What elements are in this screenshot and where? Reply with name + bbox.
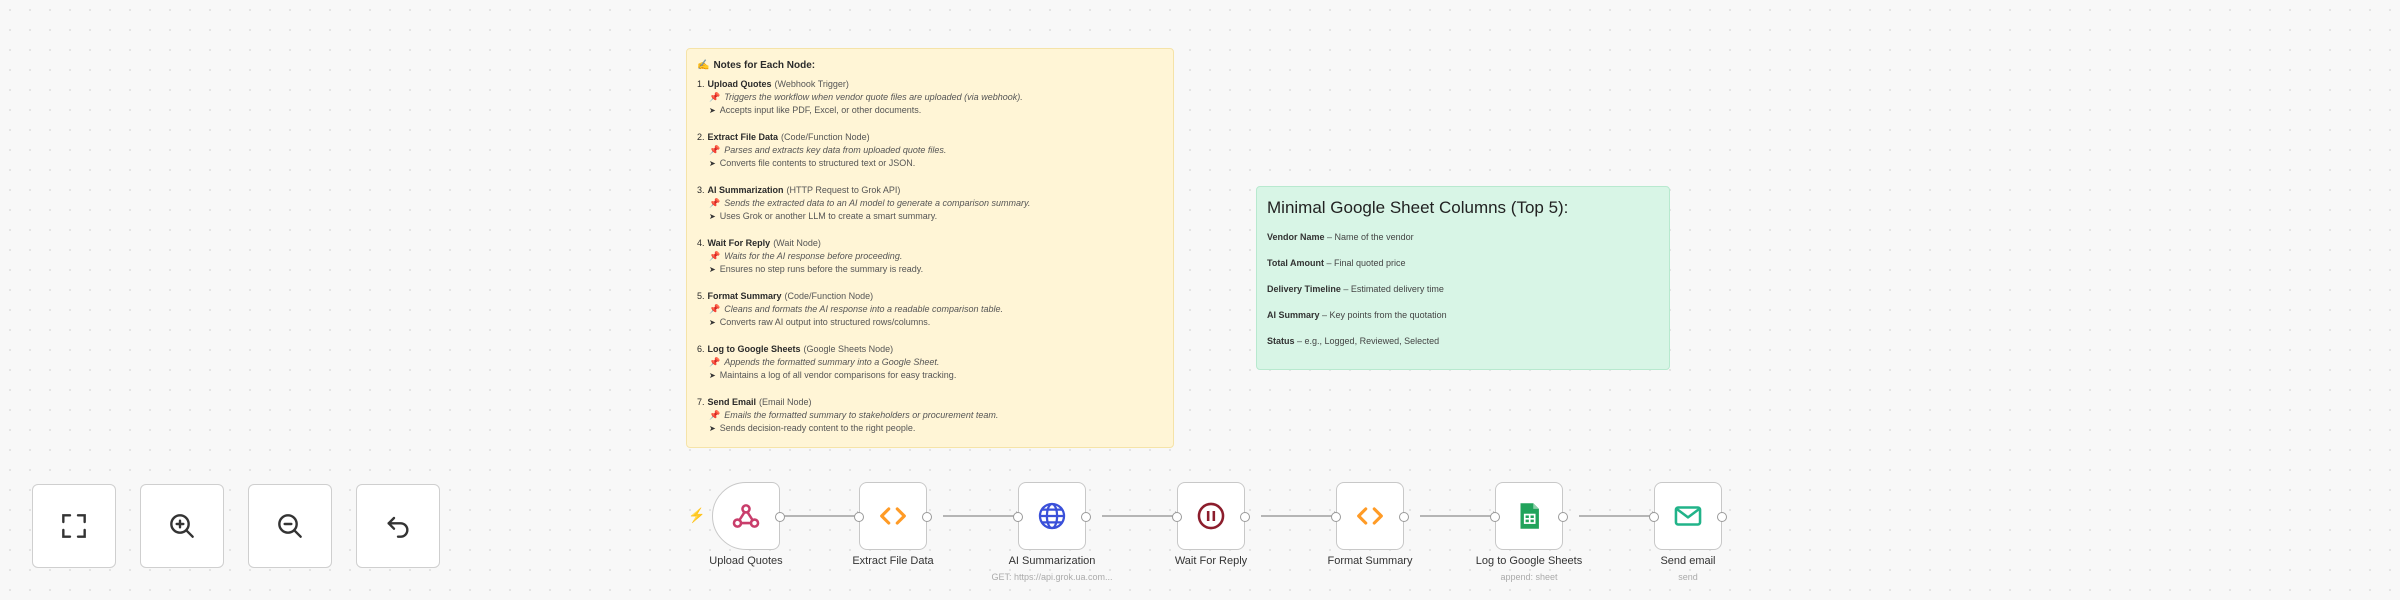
note-step: 6. Log to Google Sheets (Google Sheets Nod…: [697, 344, 957, 380]
pin-icon: 📌: [709, 251, 721, 261]
node-label: Extract File Data: [852, 555, 934, 567]
connection-line[interactable]: [1420, 515, 1500, 517]
node-extract-file-data[interactable]: [854, 482, 932, 550]
note-step: 2. Extract File Data (Code/Function Node) …: [697, 132, 947, 168]
column-row: Total Amount – Final quoted price: [1267, 258, 1406, 268]
note-step: 4. Wait For Reply (Wait Node) 📌 Waits for t…: [697, 238, 924, 274]
connection-line[interactable]: [1261, 515, 1341, 517]
output-port[interactable]: [1558, 512, 1568, 522]
webhook-icon: [732, 504, 760, 528]
output-port[interactable]: [775, 512, 785, 522]
arrow-icon: ➤: [709, 159, 716, 168]
globe-icon: [1038, 502, 1066, 530]
node-sublabel: append: sheet: [1500, 572, 1558, 582]
pin-icon: 📌: [709, 198, 721, 208]
node-send-email[interactable]: [1649, 482, 1727, 550]
pin-icon: 📌: [709, 357, 721, 367]
output-port[interactable]: [1399, 512, 1409, 522]
memo-icon: ✍: [697, 60, 710, 71]
connection-line[interactable]: [943, 515, 1023, 517]
note-step: 1. Upload Quotes (Webhook Trigger) 📌 Trigge…: [697, 79, 1023, 115]
pin-icon: 📌: [709, 145, 721, 155]
zoom-in-button[interactable]: [140, 484, 224, 568]
arrow-icon: ➤: [709, 371, 716, 380]
node-ai-summarization[interactable]: [1013, 482, 1091, 550]
input-port[interactable]: [854, 512, 864, 522]
arrow-icon: ➤: [709, 212, 716, 221]
node-label: Send email: [1660, 555, 1716, 567]
connection-line[interactable]: [1579, 515, 1659, 517]
input-port[interactable]: [1013, 512, 1023, 522]
undo-button[interactable]: [356, 484, 440, 568]
node-label: Format Summary: [1327, 555, 1413, 567]
input-port[interactable]: [1490, 512, 1500, 522]
connection-line[interactable]: [1102, 515, 1182, 517]
lightning-icon: ⚡: [688, 507, 706, 523]
arrow-icon: ➤: [709, 106, 716, 115]
pin-icon: 📌: [709, 410, 721, 420]
zoom-in-icon: [170, 514, 194, 538]
columns-sticky-note[interactable]: Minimal Google Sheet Columns (Top 5): Ve…: [1256, 186, 1670, 370]
pin-icon: 📌: [709, 92, 721, 102]
fit-view-icon: [62, 514, 86, 538]
notes-steps-list: 1. Upload Quotes (Webhook Trigger) 📌 Trigge…: [697, 78, 1161, 435]
node-label: Log to Google Sheets: [1475, 555, 1583, 567]
arrow-icon: ➤: [709, 318, 716, 327]
column-row: Status – e.g., Logged, Reviewed, Selecte…: [1267, 336, 1440, 346]
output-port[interactable]: [1717, 512, 1727, 522]
columns-title: Minimal Google Sheet Columns (Top 5):: [1267, 198, 1569, 217]
node-label: Upload Quotes: [709, 555, 783, 567]
column-row: Vendor Name – Name of the vendor: [1267, 232, 1414, 242]
output-port[interactable]: [1240, 512, 1250, 522]
node-log-to-google-sheets[interactable]: [1490, 482, 1568, 550]
fit-view-button[interactable]: [32, 484, 116, 568]
column-row: AI Summary – Key points from the quotati…: [1267, 310, 1447, 320]
google-sheets-icon: [1520, 503, 1539, 529]
pin-icon: 📌: [709, 304, 721, 314]
node-wait-for-reply[interactable]: [1172, 482, 1250, 550]
zoom-out-icon: [278, 514, 302, 538]
zoom-out-button[interactable]: [248, 484, 332, 568]
pause-icon: [1197, 502, 1225, 530]
code-icon: [880, 507, 906, 525]
node-label: AI Summarization: [1008, 555, 1096, 567]
notes-title: ✍ Notes for Each Node:: [697, 60, 816, 71]
column-row: Delivery Timeline – Estimated delivery t…: [1267, 284, 1444, 294]
output-port[interactable]: [1081, 512, 1091, 522]
note-step: 7. Send Email (Email Node) 📌 Emails the for…: [697, 397, 999, 433]
node-label: Wait For Reply: [1174, 555, 1248, 567]
node-upload-quotes[interactable]: [712, 482, 785, 550]
input-port[interactable]: [1172, 512, 1182, 522]
connection-line[interactable]: [784, 515, 864, 517]
note-step: 3. AI Summarization (HTTP Request to Grok …: [697, 185, 1031, 221]
node-format-summary[interactable]: [1331, 482, 1409, 550]
arrow-icon: ➤: [709, 424, 716, 433]
email-icon: [1674, 506, 1702, 526]
node-sublabel: send: [1678, 572, 1698, 582]
arrow-icon: ➤: [709, 265, 716, 274]
node-sublabel: GET: https://api.grok.ua.com...: [991, 572, 1113, 582]
input-port[interactable]: [1331, 512, 1341, 522]
code-icon: [1357, 507, 1383, 525]
undo-icon: [387, 516, 409, 538]
notes-sticky-note[interactable]: ✍ Notes for Each Node: 1. Upload Quotes (W…: [686, 48, 1174, 448]
note-step: 5. Format Summary (Code/Function Node) 📌 Cl…: [697, 291, 1004, 327]
output-port[interactable]: [922, 512, 932, 522]
input-port[interactable]: [1649, 512, 1659, 522]
